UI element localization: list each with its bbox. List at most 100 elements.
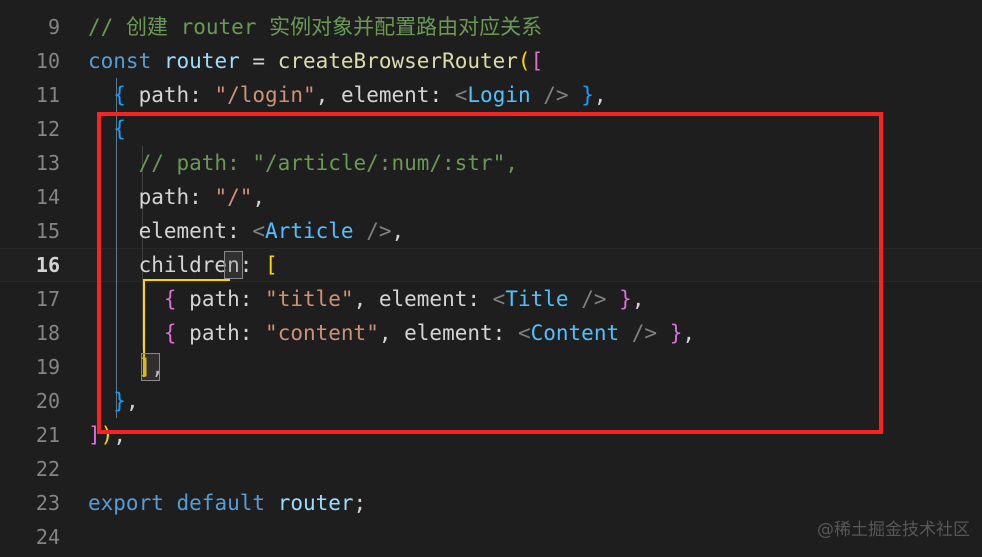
token: const bbox=[88, 49, 152, 73]
token: element bbox=[378, 287, 468, 311]
token: , bbox=[378, 321, 405, 345]
token: [ bbox=[265, 253, 278, 277]
line-number-18: 18 bbox=[35, 321, 60, 345]
token: element bbox=[404, 321, 493, 345]
token: : bbox=[239, 253, 266, 277]
code-line-15[interactable]: element: <Article />, bbox=[88, 214, 405, 248]
code-line-10[interactable]: const router = createBrowserRouter([ bbox=[88, 44, 543, 78]
token: "/" bbox=[214, 185, 253, 209]
token: "title" bbox=[265, 287, 354, 311]
token: element bbox=[138, 219, 228, 243]
token: path bbox=[189, 321, 240, 345]
token: Title bbox=[505, 287, 569, 311]
line-number-13: 13 bbox=[35, 151, 60, 175]
code-line-16[interactable]: children: [ bbox=[88, 248, 278, 282]
token: ) bbox=[100, 423, 114, 447]
line-number-21: 21 bbox=[35, 423, 60, 447]
token: { bbox=[113, 117, 126, 141]
code-line-21[interactable]: ]); bbox=[88, 418, 126, 452]
code-editor[interactable]: 9 10 11 12 13 14 15 16 17 18 19 20 21 22 23 24 // 创建 ro… bbox=[0, 0, 982, 557]
token: } bbox=[581, 83, 594, 107]
token: /> bbox=[366, 219, 392, 243]
token: path bbox=[138, 83, 190, 107]
token: ( bbox=[517, 49, 531, 73]
watermark: @稀土掘金技术社区 bbox=[817, 520, 970, 540]
token: ; bbox=[353, 491, 367, 515]
code-line-18[interactable]: { path: "content", element: <Content /> … bbox=[88, 316, 695, 350]
line-number-22: 22 bbox=[35, 457, 60, 481]
token: path bbox=[138, 185, 190, 209]
token: /> bbox=[631, 321, 658, 345]
token: // bbox=[88, 15, 126, 39]
token: ] bbox=[138, 355, 152, 379]
token: } bbox=[669, 321, 683, 345]
line-number-10: 10 bbox=[35, 49, 60, 73]
code-line-12[interactable]: { bbox=[88, 112, 126, 146]
code-line-14[interactable]: path: "/", bbox=[88, 180, 265, 214]
token: , bbox=[391, 219, 405, 243]
code-line-23[interactable]: export default router; bbox=[88, 486, 366, 520]
line-number-16: 16 bbox=[35, 253, 60, 277]
token: : bbox=[492, 321, 518, 345]
line-number-20: 20 bbox=[35, 389, 60, 413]
line-number-17: 17 bbox=[35, 287, 60, 311]
line-number-gutter: 9 10 11 12 13 14 15 16 17 18 19 20 21 22 23 24 bbox=[0, 0, 74, 557]
token: /> bbox=[581, 287, 607, 311]
token: "content" bbox=[265, 321, 379, 345]
code-content[interactable]: // 创建 router 实例对象并配置路由对应关系 const router =… bbox=[88, 0, 982, 557]
token: , bbox=[593, 83, 607, 107]
code-line-22[interactable] bbox=[88, 452, 101, 486]
code-line-19[interactable]: ], bbox=[88, 350, 164, 384]
token: } bbox=[113, 389, 126, 413]
line-number-19: 19 bbox=[35, 355, 60, 379]
token: , bbox=[315, 83, 341, 107]
code-line-17[interactable]: { path: "title", element: <Title /> }, bbox=[88, 282, 645, 316]
token: { bbox=[163, 287, 177, 311]
line-number-15: 15 bbox=[35, 219, 60, 243]
token: ] bbox=[88, 423, 101, 447]
code-line-9[interactable]: // 创建 router 实例对象并配置路由对应关系 bbox=[88, 10, 542, 44]
token: < bbox=[492, 287, 506, 311]
token: , bbox=[631, 287, 645, 311]
token: path bbox=[189, 287, 240, 311]
line-number-9: 9 bbox=[47, 15, 60, 39]
token: , bbox=[151, 355, 164, 379]
line-number-11: 11 bbox=[35, 83, 60, 107]
code-line-20[interactable]: }, bbox=[88, 384, 139, 418]
code-line-13[interactable]: // path: "/article/:num/:str", bbox=[88, 146, 518, 180]
token: : bbox=[227, 219, 253, 243]
token: Content bbox=[530, 321, 620, 345]
token: router bbox=[277, 491, 354, 515]
token: : bbox=[189, 185, 215, 209]
token: 创建 router 实例对象并配置路由对应关系 bbox=[125, 15, 543, 39]
token: , bbox=[125, 389, 139, 413]
token: children bbox=[138, 253, 240, 277]
token: [ bbox=[530, 49, 544, 73]
token: // path: "/article/:num/:str", bbox=[138, 151, 518, 175]
token: < bbox=[252, 219, 266, 243]
token: default bbox=[176, 491, 266, 515]
code-line-24[interactable] bbox=[88, 520, 101, 554]
code-line-11[interactable]: { path: "/login", element: <Login /> }, bbox=[88, 78, 607, 112]
token: ; bbox=[113, 423, 126, 447]
token: : bbox=[239, 321, 266, 345]
token: , bbox=[353, 287, 379, 311]
token: export bbox=[88, 491, 164, 515]
